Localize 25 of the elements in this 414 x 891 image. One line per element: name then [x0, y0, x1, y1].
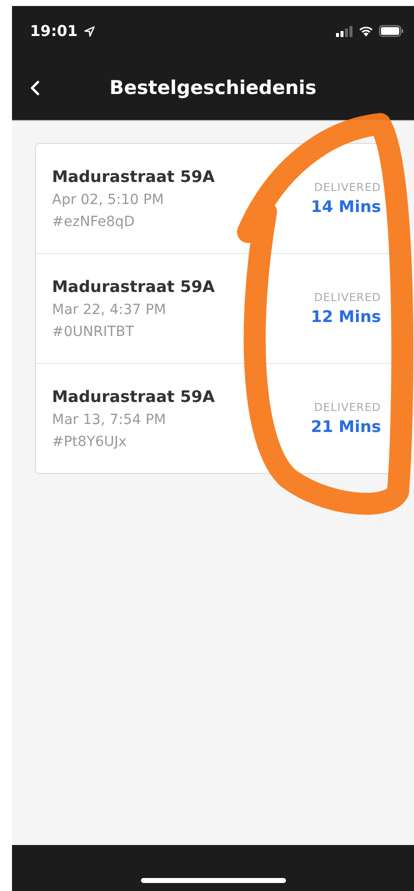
- location-arrow-icon: [84, 26, 95, 36]
- signal-icon: [336, 26, 353, 36]
- order-address: Madurastraat 59A: [52, 387, 215, 406]
- back-icon[interactable]: [30, 80, 40, 96]
- order-row[interactable]: Madurastraat 59A Apr 02, 5:10 PM #ezNFe8qD DELIVERED 14 Mins: [36, 144, 399, 253]
- wifi-icon: [358, 25, 374, 37]
- order-row[interactable]: Madurastraat 59A Mar 22, 4:37 PM #0UNRITBT DELIVERED 12 Mins: [36, 253, 399, 363]
- delivery-duration: 21 Mins: [310, 417, 381, 436]
- order-id: #0UNRITBT: [52, 324, 135, 340]
- order-address: Madurastraat 59A: [52, 277, 215, 296]
- order-id: #ezNFe8qD: [52, 214, 136, 230]
- order-address: Madurastraat 59A: [52, 167, 215, 186]
- order-status: DELIVERED: [314, 181, 381, 194]
- order-status: DELIVERED: [314, 401, 381, 414]
- battery-icon: [379, 25, 404, 37]
- order-date: Apr 02, 5:10 PM: [52, 192, 165, 208]
- order-row[interactable]: Madurastraat 59A Mar 13, 7:54 PM #Pt8Y6UJx DELIVERED 21 Mins: [36, 363, 399, 473]
- order-status: DELIVERED: [314, 291, 381, 304]
- page-title: Bestelgeschiedenis: [110, 77, 316, 99]
- order-date: Mar 13, 7:54 PM: [52, 412, 167, 428]
- order-id: #Pt8Y6UJx: [52, 434, 128, 450]
- delivery-duration: 14 Mins: [310, 197, 381, 216]
- order-date: Mar 22, 4:37 PM: [52, 302, 167, 318]
- status-time: 19:01: [30, 22, 78, 40]
- delivery-duration: 12 Mins: [310, 307, 381, 326]
